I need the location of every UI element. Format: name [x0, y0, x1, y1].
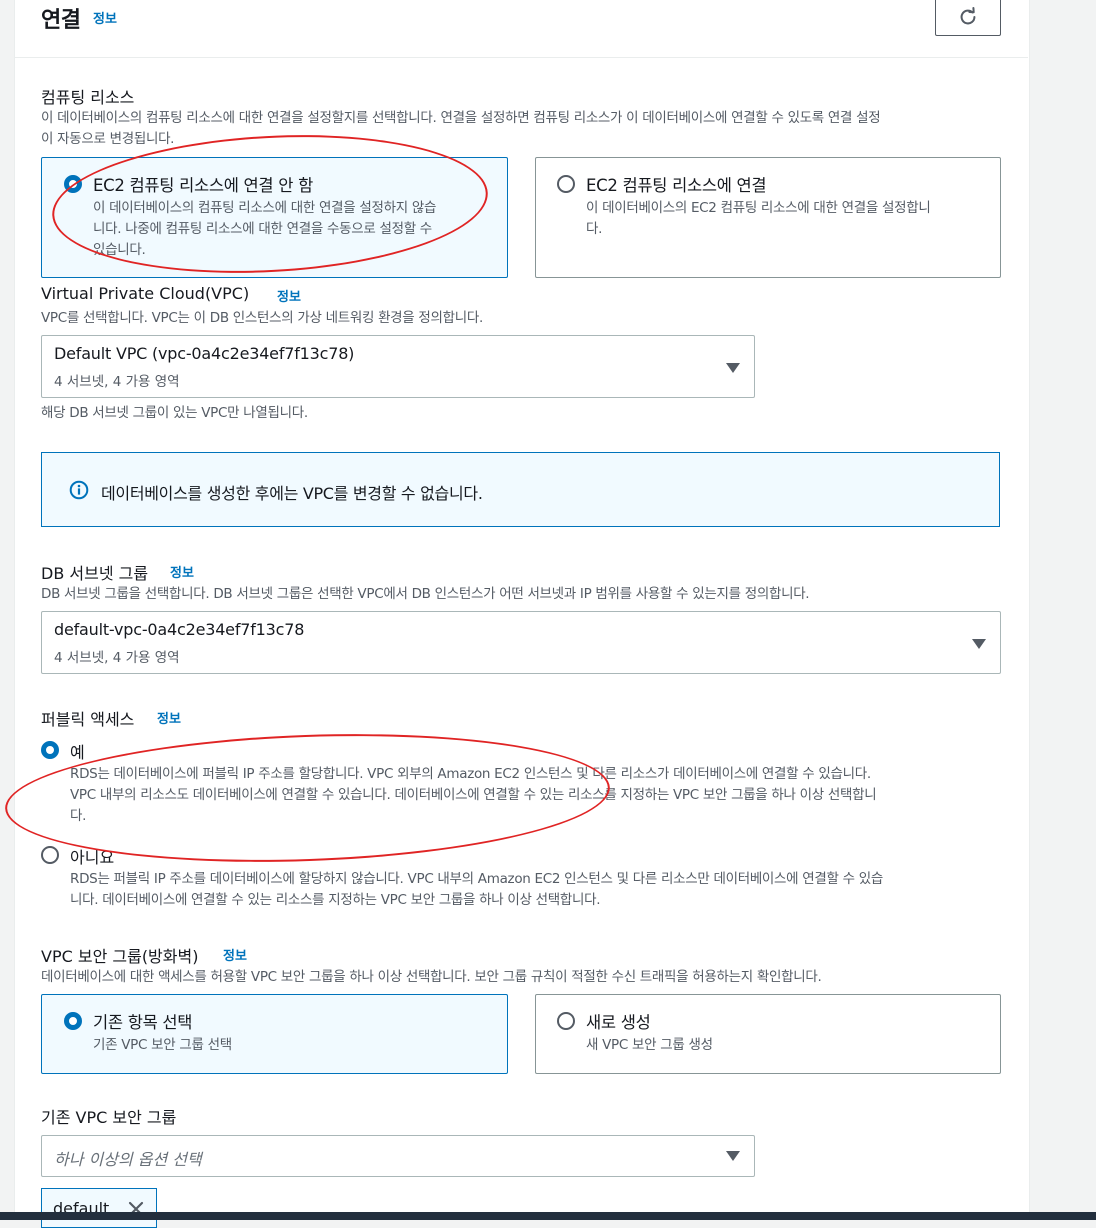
- public-no-title[interactable]: 아니요: [70, 844, 114, 868]
- sg-option-desc: 새 VPC 보안 그룹 생성: [586, 1037, 713, 1053]
- radio-sg-new[interactable]: [557, 1012, 575, 1030]
- existing-sg-placeholder: 하나 이상의 옵션 선택: [54, 1150, 202, 1169]
- section-info-link[interactable]: 정보: [93, 8, 117, 27]
- sg-token: default: [41, 1188, 157, 1228]
- caret-down-icon: [726, 363, 740, 373]
- vpc-select[interactable]: Default VPC (vpc-0a4c2e34ef7f13c78) 4 서브…: [41, 335, 755, 398]
- bottom-bar: [0, 1212, 1096, 1220]
- existing-sg-label: 기존 VPC 보안 그룹: [41, 1108, 177, 1127]
- section-title: 연결: [41, 8, 81, 33]
- vpc-desc: VPC를 선택합니다. VPC는 이 DB 인스턴스의 가상 네트워킹 환경을 …: [41, 310, 484, 326]
- subnet-label: DB 서브넷 그룹: [41, 564, 149, 583]
- vpc-hint: 해당 DB 서브넷 그룹이 있는 VPC만 나열됩니다.: [41, 405, 308, 421]
- radio-no-connect[interactable]: [64, 175, 82, 193]
- vpc-selected-sub: 4 서브넷, 4 가용 영역: [54, 374, 180, 390]
- security-group-label: VPC 보안 그룹(방화벽): [41, 947, 199, 966]
- vpc-notice-text: 데이터베이스를 생성한 후에는 VPC를 변경할 수 없습니다.: [101, 484, 483, 503]
- sg-option-title: 새로 생성: [586, 1013, 651, 1032]
- caret-down-icon: [726, 1151, 740, 1161]
- radio-sg-existing[interactable]: [64, 1012, 82, 1030]
- radio-connect[interactable]: [557, 175, 575, 193]
- public-yes-title[interactable]: 예: [70, 739, 85, 763]
- caret-down-icon: [972, 639, 986, 649]
- compute-option-desc-line1: 이 데이터베이스의 EC2 컴퓨팅 리소스에 대한 연결을 설정합니: [586, 200, 931, 216]
- compute-option-desc-line2: 다.: [586, 221, 603, 237]
- subnet-info-link[interactable]: 정보: [170, 562, 194, 581]
- public-yes-desc-line1: RDS는 데이터베이스에 퍼블릭 IP 주소를 할당합니다. VPC 외부의 A…: [70, 766, 871, 782]
- subnet-select[interactable]: default-vpc-0a4c2e34ef7f13c78 4 서브넷, 4 가…: [41, 611, 1001, 674]
- public-access-label: 퍼블릭 액세스: [41, 710, 135, 729]
- vpc-info-link[interactable]: 정보: [277, 286, 301, 305]
- vpc-selected-value: Default VPC (vpc-0a4c2e34ef7f13c78): [54, 344, 355, 363]
- compute-label: 컴퓨팅 리소스: [41, 88, 135, 107]
- public-yes-desc-line3: 다.: [70, 808, 87, 824]
- info-circle-icon: [69, 480, 89, 500]
- refresh-icon: [960, 7, 976, 25]
- compute-option-no-connect[interactable]: EC2 컴퓨팅 리소스에 연결 안 함 이 데이터베이스의 컴퓨팅 리소스에 대…: [41, 157, 508, 278]
- compute-option-desc-line1: 이 데이터베이스의 컴퓨팅 리소스에 대한 연결을 설정하지 않습: [93, 200, 437, 216]
- refresh-button[interactable]: [935, 0, 1001, 36]
- compute-option-connect[interactable]: EC2 컴퓨팅 리소스에 연결 이 데이터베이스의 EC2 컴퓨팅 리소스에 대…: [535, 157, 1001, 278]
- public-no-desc-line1: RDS는 퍼블릭 IP 주소를 데이터베이스에 할당하지 않습니다. VPC 내…: [70, 871, 883, 887]
- public-yes-desc-line2: VPC 내부의 리소스도 데이터베이스에 연결할 수 있습니다. 데이터베이스에…: [70, 787, 877, 803]
- compute-desc-line1: 이 데이터베이스의 컴퓨팅 리소스에 대한 연결을 설정할지를 선택합니다. 연…: [41, 110, 881, 126]
- sg-option-desc: 기존 VPC 보안 그룹 선택: [93, 1037, 232, 1053]
- vpc-label: Virtual Private Cloud(VPC): [41, 284, 250, 303]
- subnet-desc: DB 서브넷 그룹을 선택합니다. DB 서브넷 그룹은 선택한 VPC에서 D…: [41, 586, 810, 602]
- compute-option-desc-line2: 니다. 나중에 컴퓨팅 리소스에 대한 연결을 수동으로 설정할 수: [93, 221, 432, 237]
- security-group-info-link[interactable]: 정보: [223, 945, 247, 964]
- public-no-desc-line2: 니다. 데이터베이스에 연결할 수 있는 리소스를 지정하는 VPC 보안 그룹…: [70, 892, 601, 908]
- compute-option-desc-line3: 있습니다.: [93, 242, 146, 258]
- radio-public-yes[interactable]: [41, 741, 59, 759]
- subnet-selected-sub: 4 서브넷, 4 가용 영역: [54, 650, 180, 666]
- public-access-info-link[interactable]: 정보: [157, 708, 181, 727]
- radio-public-no[interactable]: [41, 846, 59, 864]
- compute-desc-line2: 이 자동으로 변경됩니다.: [41, 131, 175, 147]
- subnet-selected-value: default-vpc-0a4c2e34ef7f13c78: [54, 620, 305, 639]
- security-group-desc: 데이터베이스에 대한 액세스를 허용할 VPC 보안 그룹을 하나 이상 선택합…: [41, 969, 822, 985]
- sg-option-title: 기존 항목 선택: [93, 1013, 193, 1032]
- sg-option-new[interactable]: 새로 생성 새 VPC 보안 그룹 생성: [535, 994, 1001, 1074]
- existing-sg-select[interactable]: 하나 이상의 옵션 선택: [41, 1135, 755, 1177]
- header-divider: [14, 57, 1028, 58]
- vpc-notice: 데이터베이스를 생성한 후에는 VPC를 변경할 수 없습니다.: [41, 452, 1000, 527]
- compute-option-title: EC2 컴퓨팅 리소스에 연결 안 함: [93, 176, 313, 195]
- compute-option-title: EC2 컴퓨팅 리소스에 연결: [586, 176, 767, 195]
- sg-option-existing[interactable]: 기존 항목 선택 기존 VPC 보안 그룹 선택: [41, 994, 508, 1074]
